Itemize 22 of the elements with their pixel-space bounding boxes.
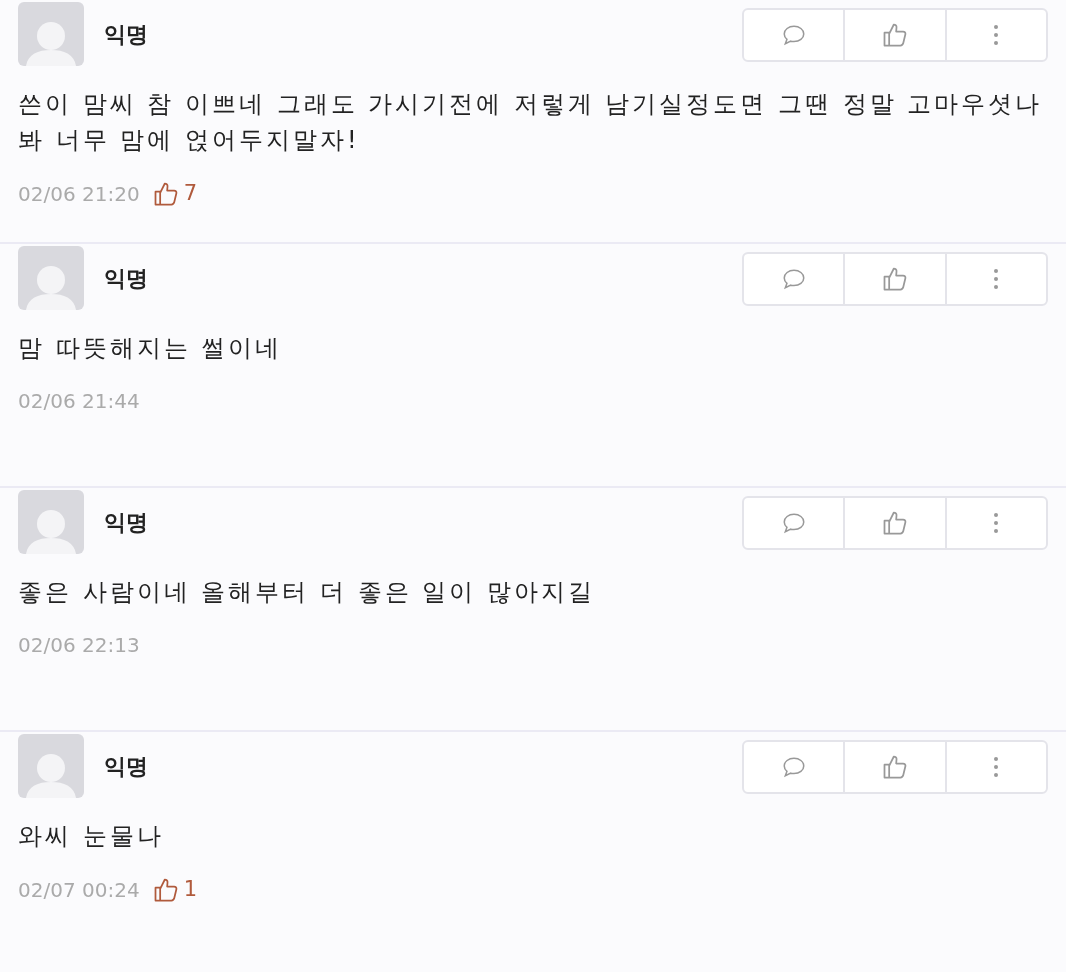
author-name: 익명 [104,508,148,537]
author-name: 익명 [104,264,148,293]
comment-text: 와씨 눈물나 [18,821,165,852]
author-name: 익명 [104,752,148,781]
comment-text: 좋은 사람이네 올해부터 더 좋은 일이 많아지길 [18,577,596,608]
comment-text: 쓴이 맘씨 참 이쁘네 그래도 가시기전에 저렇게 남기실정도면 그땐 정말 고마우셧나 봐 너무 맘에 얹어두지말자! [18,89,1044,156]
thumbs-up-icon [881,265,909,293]
author-name: 익명 [104,20,148,49]
like-count: 1 [183,876,197,903]
comment-text: 맘 따뜻해지는 썰이네 [18,333,284,364]
thumbs-up-icon [881,509,909,537]
like-count: 7 [183,180,197,207]
timestamp: 02/07 00:24 [18,876,140,904]
more-icon [993,23,1000,47]
thumbs-up-icon [881,21,909,49]
timestamp: 02/06 21:44 [18,388,140,415]
thumbs-up-icon [881,753,909,781]
more-icon [993,267,1000,291]
timestamp: 02/06 22:13 [18,632,140,659]
more-icon [993,755,1000,779]
more-icon [993,511,1000,535]
timestamp: 02/06 21:20 [18,180,140,208]
